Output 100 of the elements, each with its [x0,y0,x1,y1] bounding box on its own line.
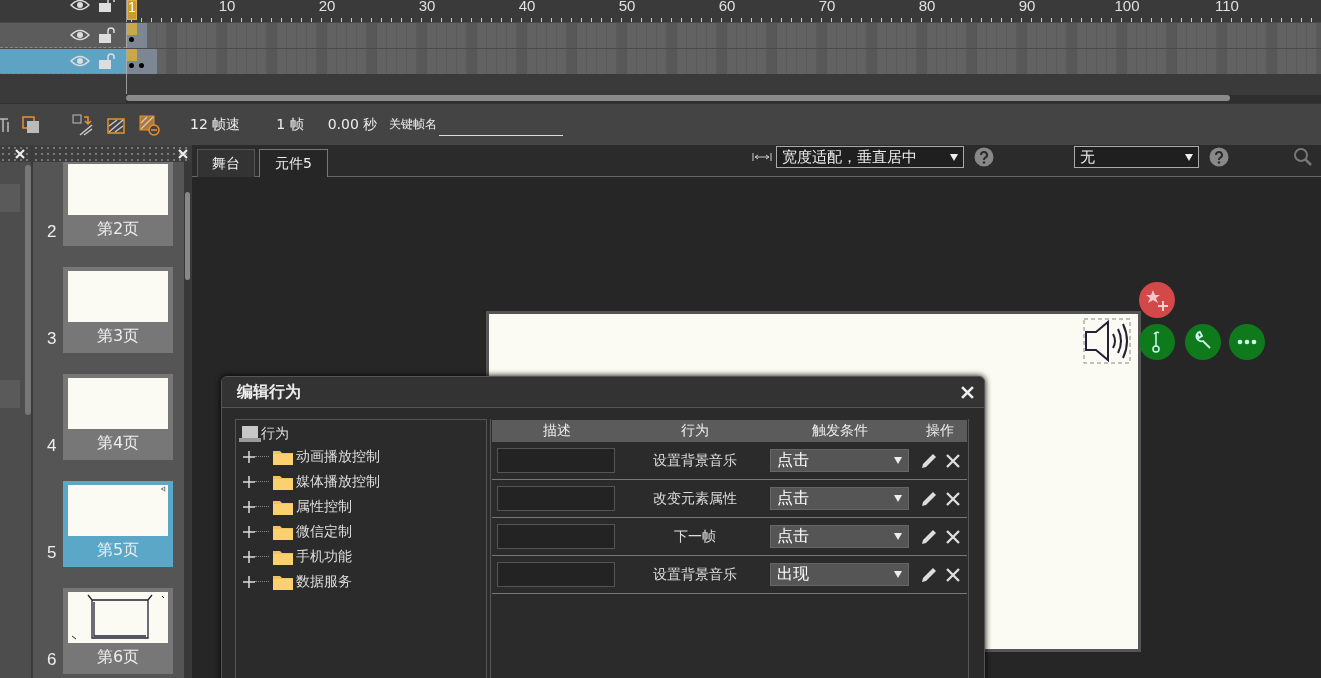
layer-row[interactable] [0,23,126,48]
remove-frame-icon[interactable] [138,113,160,136]
laptop-icon [239,425,261,443]
stage-tab[interactable]: 舞台 [197,149,255,177]
column-header: 描述 [541,422,572,440]
delete-icon[interactable] [945,529,960,544]
frame-number: 20 [318,0,336,14]
trigger-select[interactable]: 点击 [770,487,909,510]
page-number: 5 [47,543,57,563]
page-number: 4 [47,436,57,456]
page-number: 2 [47,222,57,242]
page-thumbnail[interactable]: 第3页 [63,267,173,353]
expand-icon[interactable] [243,575,255,588]
description-field[interactable] [497,448,615,473]
edit-icon[interactable] [919,451,938,470]
dropdown-select[interactable]: 无 [1074,146,1199,168]
stage-tab[interactable]: 元件5 [259,149,328,177]
page-thumbnail[interactable]: 第6页 [63,588,173,674]
trigger-select[interactable]: 出现 [770,563,909,586]
keyframe-dot[interactable] [139,63,144,68]
eye-icon[interactable] [70,0,90,11]
frame-number: 40 [518,0,536,14]
more-button[interactable] [1229,324,1265,360]
column-header: 行为 [680,422,710,440]
fit-mode-select[interactable]: 宽度适配，垂直居中 [776,146,964,168]
close-icon[interactable] [961,385,974,399]
caret-icon [894,495,902,502]
page-number: 3 [47,329,57,349]
speaker-icon[interactable] [1083,318,1133,364]
frame-number: 60 [718,0,736,14]
table-cell-text: 下一帧 [673,527,717,546]
edit-icon[interactable] [919,489,938,508]
help-icon[interactable] [1209,147,1229,167]
trigger-select[interactable]: 点击 [770,525,909,548]
tree-item[interactable]: 属性控制 [296,497,352,516]
folder-icon [273,573,293,590]
close-icon[interactable] [15,148,25,159]
keyframe-name-label: 关键帧名 [389,116,438,133]
folder-icon [273,523,293,540]
frame-number: 80 [918,0,936,14]
tree-root-label[interactable]: 行为 [261,425,289,443]
tree-item[interactable]: 媒体播放控制 [296,472,380,491]
copy-layers-icon[interactable] [22,115,40,134]
description-field[interactable] [497,562,615,587]
table-cell-text: 改变元素属性 [652,489,738,508]
frame-rate-text: 12 帧速 [190,115,241,134]
frame-number: 100 [1114,0,1140,14]
delete-icon[interactable] [945,453,960,468]
frame-text: 1 帧 [276,115,304,134]
folder-icon [273,498,293,515]
expand-icon[interactable] [243,550,255,563]
frame-number: 30 [418,0,436,14]
scrollbar-thumb[interactable] [126,95,1230,101]
tree-item[interactable]: 数据服务 [296,572,352,591]
keyframe-dot[interactable] [129,63,134,68]
scrollbar-thumb[interactable] [184,162,191,678]
expand-icon[interactable] [243,500,255,513]
description-field[interactable] [497,524,615,549]
page-thumbnail[interactable]: 第2页 [63,162,173,246]
tree-item[interactable]: 动画播放控制 [296,447,380,466]
tree-item[interactable]: 微信定制 [296,522,352,541]
edit-icon[interactable] [919,565,938,584]
keyframe-dot[interactable] [129,37,134,42]
expand-icon[interactable] [243,525,255,538]
expand-icon[interactable] [243,450,255,463]
eye-icon[interactable] [70,29,90,41]
trigger-select[interactable]: 点击 [770,449,909,472]
description-field[interactable] [497,486,615,511]
column-header: 操作 [924,422,955,440]
wrench-button[interactable] [1185,324,1221,360]
convert-frame-icon[interactable] [72,113,94,136]
frame-number: 70 [818,0,836,14]
music-note-button[interactable] [1139,324,1175,360]
lock-icon[interactable] [98,0,116,12]
frame-number: 10 [218,0,236,14]
edit-icon[interactable] [919,527,938,546]
current-frame-cell [127,23,137,35]
time-text: 0.00 秒 [327,115,378,134]
search-icon[interactable] [1293,147,1313,167]
close-icon[interactable] [178,148,188,159]
folder-icon [273,448,293,465]
scrollbar-thumb[interactable] [25,165,31,415]
tool-icon[interactable] [0,115,10,134]
frame-number: 50 [618,0,636,14]
delete-icon[interactable] [945,491,960,506]
lock-icon[interactable] [98,27,116,43]
frame-number: 110 [1215,0,1239,14]
folder-icon [273,473,293,490]
help-icon[interactable] [974,147,994,167]
add-favorite-button[interactable] [1139,282,1175,318]
caret-icon [894,533,902,540]
delete-icon[interactable] [945,567,960,582]
current-frame-cell [127,49,137,61]
page-thumbnail[interactable]: 第4页 [63,374,173,460]
caret-icon [894,571,902,578]
expand-icon[interactable] [243,475,255,488]
caret-icon [894,457,902,464]
tree-item[interactable]: 手机功能 [296,547,352,566]
fit-width-icon [752,153,772,161]
dialog-title: 编辑行为 [237,381,301,403]
